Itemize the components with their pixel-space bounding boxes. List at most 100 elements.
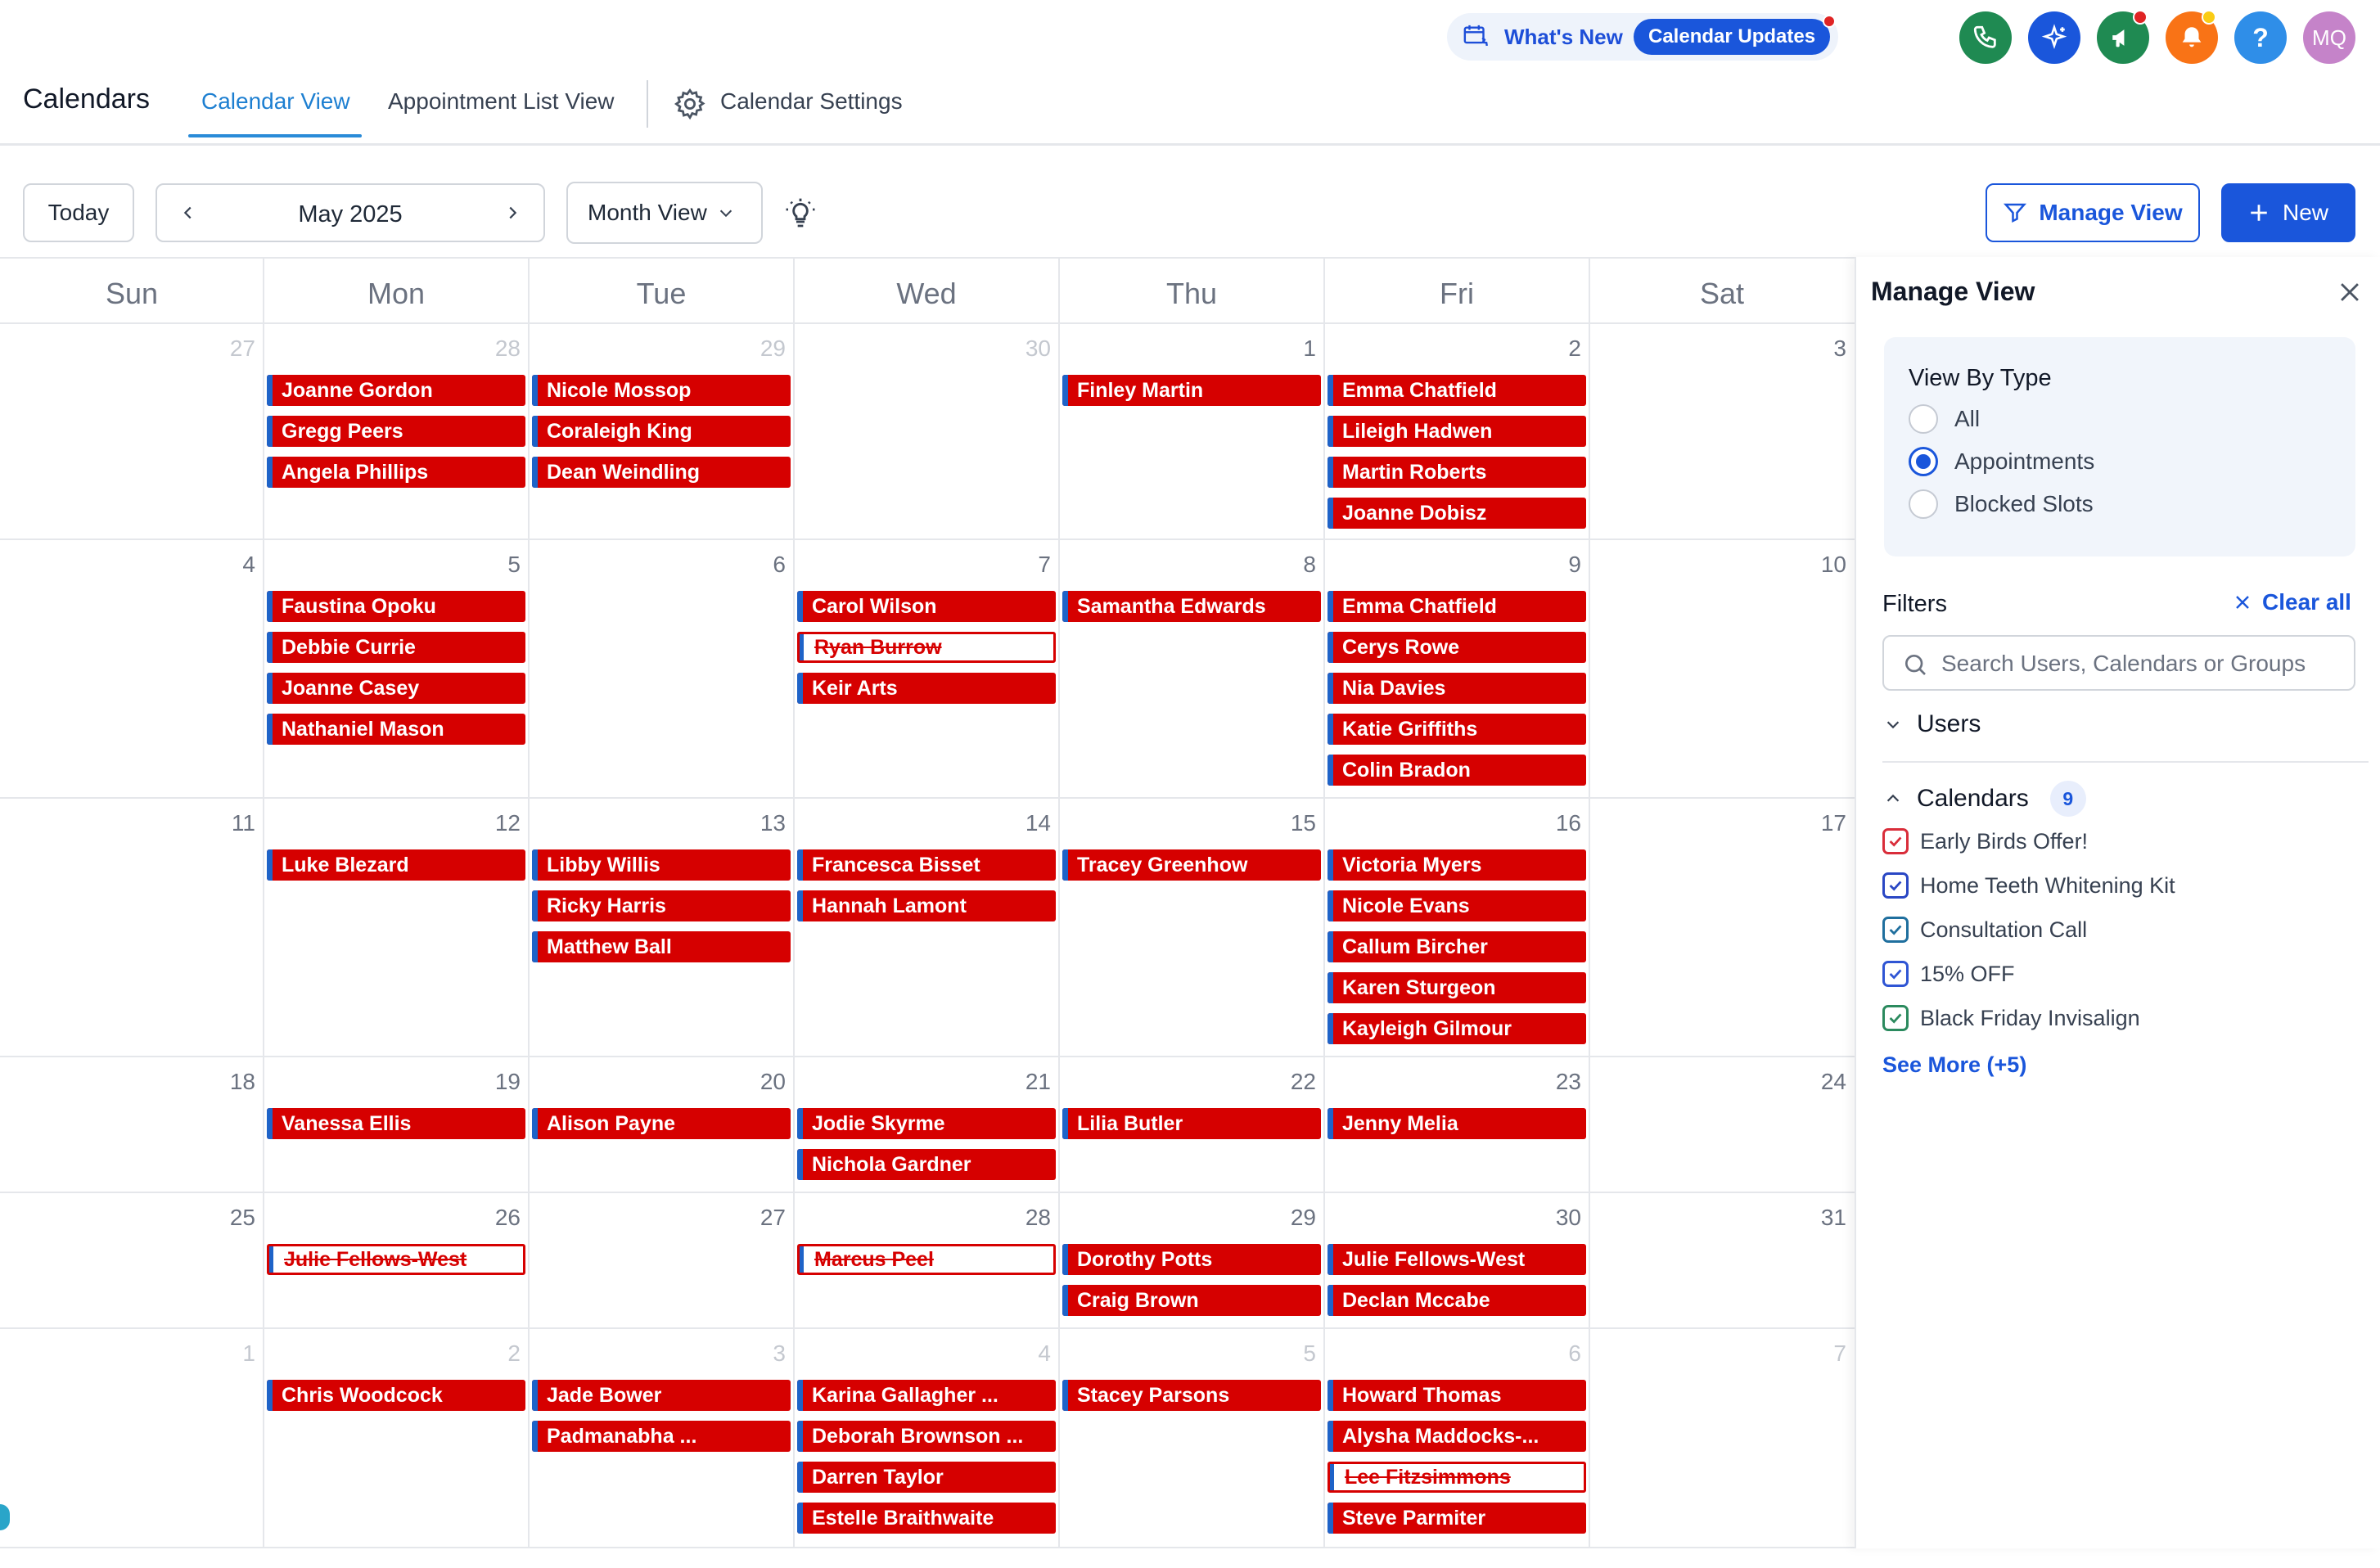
filter-search-input[interactable]	[1941, 647, 2342, 681]
day-cell[interactable]: 28 Joanne Gordon Gregg Peers Angela Phillip…	[264, 324, 529, 540]
appointment-chip[interactable]: Emma Chatfield	[1327, 375, 1586, 406]
day-cell[interactable]: 18	[0, 1057, 264, 1193]
day-cell[interactable]: 6	[529, 540, 794, 799]
day-cell[interactable]: 1	[0, 1329, 264, 1548]
day-cell[interactable]: 1 Finley Martin	[1059, 324, 1324, 540]
clear-all-button[interactable]: Clear all	[2233, 589, 2351, 615]
appointment-chip[interactable]: Gregg Peers	[267, 416, 525, 447]
tab-calendar-view[interactable]: Calendar View	[201, 88, 350, 115]
announcements-button[interactable]	[2097, 10, 2149, 64]
checkbox-checked[interactable]	[1882, 828, 1909, 854]
appointment-chip[interactable]: Keir Arts	[797, 673, 1056, 704]
appointment-chip[interactable]: Finley Martin	[1062, 375, 1321, 406]
appointment-chip[interactable]: Howard Thomas	[1327, 1380, 1586, 1411]
appointment-chip[interactable]: Lilia Butler	[1062, 1108, 1321, 1139]
appointment-chip[interactable]: Jenny Melia	[1327, 1108, 1586, 1139]
day-cell[interactable]: 12 Luke Blezard	[264, 799, 529, 1057]
lightbulb-icon[interactable]	[784, 196, 817, 231]
radio-option-all[interactable]: All	[1909, 403, 1980, 435]
appointment-chip[interactable]: Vanessa Ellis	[267, 1108, 525, 1139]
appointment-chip[interactable]: Emma Chatfield	[1327, 591, 1586, 622]
appointment-chip[interactable]: Karina Gallagher ...	[797, 1380, 1056, 1411]
next-month-button[interactable]	[496, 196, 529, 229]
cancelled-appointment-chip[interactable]: Marcus Peel	[797, 1244, 1056, 1275]
appointment-chip[interactable]: Victoria Myers	[1327, 849, 1586, 881]
day-cell[interactable]: 29 Dorothy Potts Craig Brown	[1059, 1193, 1324, 1329]
calendar-filter-item[interactable]: Consultation Call	[1882, 917, 2087, 943]
day-cell[interactable]: 15 Tracey Greenhow	[1059, 799, 1324, 1057]
day-cell[interactable]: 30 Julie Fellows-West Declan Mccabe	[1324, 1193, 1589, 1329]
checkbox-checked[interactable]	[1882, 917, 1909, 943]
appointment-chip[interactable]: Faustina Opoku	[267, 591, 525, 622]
calendars-section-toggle[interactable]: Calendars 9	[1884, 781, 2086, 817]
help-button[interactable]: ?	[2234, 11, 2287, 64]
radio-option-blocked-slots[interactable]: Blocked Slots	[1909, 488, 2094, 520]
appointment-chip[interactable]: Carol Wilson	[797, 591, 1056, 622]
appointment-chip[interactable]: Nichola Gardner	[797, 1149, 1056, 1180]
day-cell[interactable]: 7 Carol Wilson Ryan Burrow Keir Arts	[794, 540, 1059, 799]
day-cell[interactable]: 3 Jade Bower Padmanabha ...	[529, 1329, 794, 1548]
day-cell[interactable]: 27	[0, 324, 264, 540]
appointment-chip[interactable]: Declan Mccabe	[1327, 1285, 1586, 1316]
day-cell[interactable]: 25	[0, 1193, 264, 1329]
day-cell[interactable]: 5 Faustina Opoku Debbie Currie Joanne Casey…	[264, 540, 529, 799]
appointment-chip[interactable]: Deborah Brownson ...	[797, 1421, 1056, 1452]
day-cell[interactable]: 16 Victoria Myers Nicole Evans Callum Birch…	[1324, 799, 1589, 1057]
day-cell[interactable]: 11	[0, 799, 264, 1057]
appointment-chip[interactable]: Martin Roberts	[1327, 457, 1586, 488]
appointment-chip[interactable]: Nia Davies	[1327, 673, 1586, 704]
appointment-chip[interactable]: Tracey Greenhow	[1062, 849, 1321, 881]
appointment-chip[interactable]: Darren Taylor	[797, 1462, 1056, 1493]
appointment-chip[interactable]: Colin Bradon	[1327, 755, 1586, 786]
appointment-chip[interactable]: Joanne Casey	[267, 673, 525, 704]
today-button[interactable]: Today	[23, 183, 134, 242]
appointment-chip[interactable]: Nicole Mossop	[532, 375, 791, 406]
tab-calendar-settings[interactable]: Calendar Settings	[720, 88, 903, 115]
day-cell[interactable]: 10	[1589, 540, 1855, 799]
view-select[interactable]: Month View	[566, 182, 763, 244]
appointment-chip[interactable]: Libby Willis	[532, 849, 791, 881]
calendar-filter-item[interactable]: Early Birds Offer!	[1882, 828, 2088, 854]
close-icon[interactable]	[2336, 278, 2364, 306]
radio-button[interactable]	[1909, 404, 1938, 434]
appointment-chip[interactable]: Chris Woodcock	[267, 1380, 525, 1411]
day-cell[interactable]: 27	[529, 1193, 794, 1329]
day-cell[interactable]: 17	[1589, 799, 1855, 1057]
avatar[interactable]: MQ	[2303, 11, 2355, 64]
appointment-chip[interactable]: Hannah Lamont	[797, 890, 1056, 921]
appointment-chip[interactable]: Matthew Ball	[532, 931, 791, 962]
day-cell[interactable]: 31	[1589, 1193, 1855, 1329]
day-cell[interactable]: 4 Karina Gallagher ... Deborah Brownson ..…	[794, 1329, 1059, 1548]
day-cell[interactable]: 3	[1589, 324, 1855, 540]
cancelled-appointment-chip[interactable]: Ryan Burrow	[797, 632, 1056, 663]
checkbox-checked[interactable]	[1882, 872, 1909, 899]
appointment-chip[interactable]: Kayleigh Gilmour	[1327, 1013, 1586, 1044]
ai-sparkle-button[interactable]	[2028, 11, 2080, 64]
notifications-button[interactable]	[2166, 10, 2218, 64]
cancelled-appointment-chip[interactable]: Lee Fitzsimmons	[1327, 1462, 1586, 1493]
appointment-chip[interactable]: Nicole Evans	[1327, 890, 1586, 921]
appointment-chip[interactable]: Lileigh Hadwen	[1327, 416, 1586, 447]
day-cell[interactable]: 24	[1589, 1057, 1855, 1193]
day-cell[interactable]: 28 Marcus Peel	[794, 1193, 1059, 1329]
day-cell[interactable]: 26 Julie Fellows-West	[264, 1193, 529, 1329]
day-cell[interactable]: 2 Chris Woodcock	[264, 1329, 529, 1548]
day-cell[interactable]: 8 Samantha Edwards	[1059, 540, 1324, 799]
day-cell[interactable]: 20 Alison Payne	[529, 1057, 794, 1193]
appointment-chip[interactable]: Karen Sturgeon	[1327, 972, 1586, 1003]
day-cell[interactable]: 21 Jodie Skyrme Nichola Gardner	[794, 1057, 1059, 1193]
new-button[interactable]: New	[2221, 183, 2355, 242]
day-cell[interactable]: 7	[1589, 1329, 1855, 1548]
day-cell[interactable]: 30	[794, 324, 1059, 540]
appointment-chip[interactable]: Padmanabha ...	[532, 1421, 791, 1452]
appointment-chip[interactable]: Jodie Skyrme	[797, 1108, 1056, 1139]
phone-button[interactable]	[1959, 11, 2012, 64]
whats-new-banner[interactable]: What's New Calendar Updates	[1447, 13, 1838, 61]
appointment-chip[interactable]: Joanne Dobisz	[1327, 498, 1586, 529]
day-cell[interactable]: 9 Emma Chatfield Cerys Rowe Nia Davies Katie…	[1324, 540, 1589, 799]
tab-appointment-list-view[interactable]: Appointment List View	[388, 88, 615, 115]
day-cell[interactable]: 19 Vanessa Ellis	[264, 1057, 529, 1193]
calendar-filter-item[interactable]: Home Teeth Whitening Kit	[1882, 872, 2175, 899]
radio-button[interactable]	[1909, 489, 1938, 519]
appointment-chip[interactable]: Craig Brown	[1062, 1285, 1321, 1316]
